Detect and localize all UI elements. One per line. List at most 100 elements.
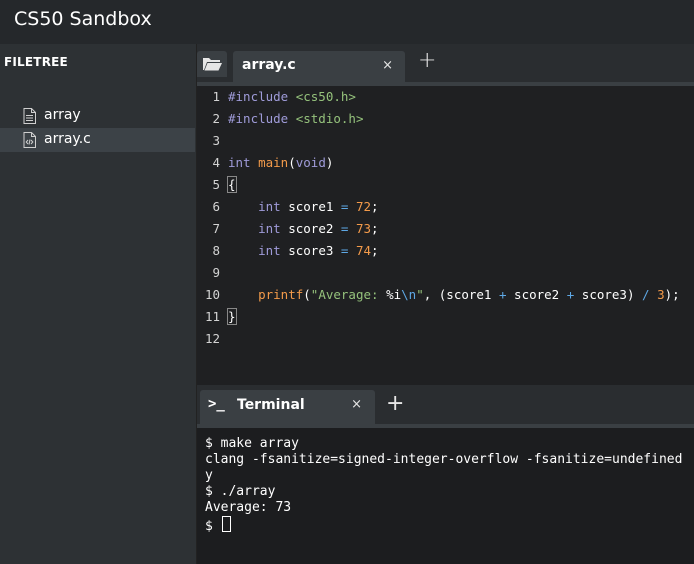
code-token: "Average: xyxy=(310,287,387,302)
code-token: + xyxy=(566,287,582,302)
code-token: = xyxy=(340,199,356,214)
code-token: \n xyxy=(401,287,417,302)
code-line: 11} xyxy=(197,306,694,328)
code-text: int score1 = 72; xyxy=(228,196,379,218)
line-number: 6 xyxy=(212,199,220,214)
add-tab-button[interactable]: + xyxy=(418,50,436,72)
code-line: 8 int score3 = 74; xyxy=(197,240,694,262)
line-number: 4 xyxy=(212,155,220,170)
code-token: = xyxy=(340,221,356,236)
code-token: ( xyxy=(303,287,311,302)
code-token: score3) xyxy=(581,287,643,302)
code-token: { xyxy=(227,176,237,193)
folder-open-icon xyxy=(203,58,222,71)
code-line: 7 int score2 = 73; xyxy=(197,218,694,240)
tab-terminal[interactable]: >_ Terminal × xyxy=(200,390,375,424)
close-icon[interactable]: × xyxy=(351,397,362,412)
line-number: 3 xyxy=(212,133,220,148)
code-editor[interactable]: 1 #include <cs50.h> 2 #include <stdio.h> 3 4 i… xyxy=(197,86,694,385)
code-line: 2 #include <stdio.h> xyxy=(197,108,694,130)
code-token: main xyxy=(258,155,289,170)
code-token: void xyxy=(295,155,326,170)
terminal-icon: >_ xyxy=(208,396,225,412)
title-bar: CS50 Sandbox xyxy=(0,0,694,44)
line-number: 2 xyxy=(212,111,220,126)
tab-label: Terminal xyxy=(237,397,305,413)
code-token: ) xyxy=(325,155,334,170)
code-token: int xyxy=(228,155,259,170)
code-token: %i xyxy=(386,287,402,302)
code-text: } xyxy=(227,306,237,328)
file-tree-item-label: array xyxy=(44,107,81,123)
close-icon[interactable]: × xyxy=(382,58,393,73)
line-number: 11 xyxy=(204,309,220,324)
code-line: 9 xyxy=(197,262,694,284)
line-number: 1 xyxy=(212,89,220,104)
code-token: ); xyxy=(664,287,680,302)
line-number: 9 xyxy=(212,265,220,280)
line-number: 7 xyxy=(212,221,220,236)
code-text: { xyxy=(227,174,237,196)
file-tree-item-array-c[interactable]: array.c xyxy=(0,128,195,152)
file-tree-header: FILETREE xyxy=(4,55,68,69)
code-token: ; xyxy=(371,199,379,214)
code-token: + xyxy=(498,287,515,302)
code-text: printf("Average: %i\n", (score1 + score2… xyxy=(228,284,680,306)
code-line: 4 int main(void) xyxy=(197,152,694,174)
code-text: #include <stdio.h> xyxy=(228,108,363,130)
code-token: score2 xyxy=(514,287,567,302)
file-tree-sidebar: FILETREE array array.c xyxy=(0,44,197,564)
terminal-tab-bar: >_ Terminal × + xyxy=(197,390,694,424)
add-terminal-button[interactable]: + xyxy=(386,393,404,415)
code-token: score2 xyxy=(288,221,341,236)
terminal-line: $ make array xyxy=(205,436,299,451)
code-line: 3 xyxy=(197,130,694,152)
code-token: score3 xyxy=(288,243,341,258)
terminal-prompt-line: $ xyxy=(205,516,231,534)
code-token: / xyxy=(642,287,658,302)
terminal-cursor xyxy=(221,516,231,532)
code-token: ; xyxy=(371,221,379,236)
code-text: int main(void) xyxy=(228,152,333,174)
code-token: <cs50.h> xyxy=(295,89,356,104)
line-number: 10 xyxy=(204,287,220,302)
code-token: int xyxy=(258,243,289,258)
terminal-line: $ ./array xyxy=(205,484,276,499)
code-file-icon xyxy=(23,132,36,148)
code-line: 10 printf("Average: %i\n", (score1 + sco… xyxy=(197,284,694,306)
file-icon xyxy=(23,108,36,124)
code-token: printf xyxy=(258,287,304,302)
code-token: int xyxy=(258,199,289,214)
code-token: <stdio.h> xyxy=(295,111,364,126)
code-text: int score2 = 73; xyxy=(228,218,379,240)
code-token: } xyxy=(227,308,237,325)
file-tree-item-array[interactable]: array xyxy=(0,104,195,128)
line-number: 5 xyxy=(212,177,220,192)
code-token: ( xyxy=(288,155,296,170)
code-token: 74 xyxy=(355,243,372,258)
line-number: 12 xyxy=(204,331,220,346)
terminal-output[interactable]: $ make array clang -fsanitize=signed-int… xyxy=(197,428,694,564)
code-text: int score3 = 74; xyxy=(228,240,379,262)
terminal-line: Average: 73 xyxy=(205,500,292,515)
file-tree-item-label: array.c xyxy=(44,131,91,147)
code-token: = xyxy=(340,243,356,258)
terminal-prompt: $ xyxy=(205,519,221,534)
code-line: 1 #include <cs50.h> xyxy=(197,86,694,108)
tab-array-c[interactable]: array.c × xyxy=(233,51,405,82)
code-token: int xyxy=(258,221,289,236)
code-token: 73 xyxy=(355,221,372,236)
code-token: #include xyxy=(228,89,296,104)
code-token: score1 xyxy=(288,199,341,214)
code-line: 6 int score1 = 72; xyxy=(197,196,694,218)
terminal-line: y xyxy=(205,468,213,483)
code-token: ; xyxy=(371,243,379,258)
toggle-file-tree-button[interactable] xyxy=(197,51,227,77)
code-token: 3 xyxy=(657,287,665,302)
code-line: 5{ xyxy=(197,174,694,196)
terminal-line: clang -fsanitize=signed-integer-overflow… xyxy=(205,452,683,467)
